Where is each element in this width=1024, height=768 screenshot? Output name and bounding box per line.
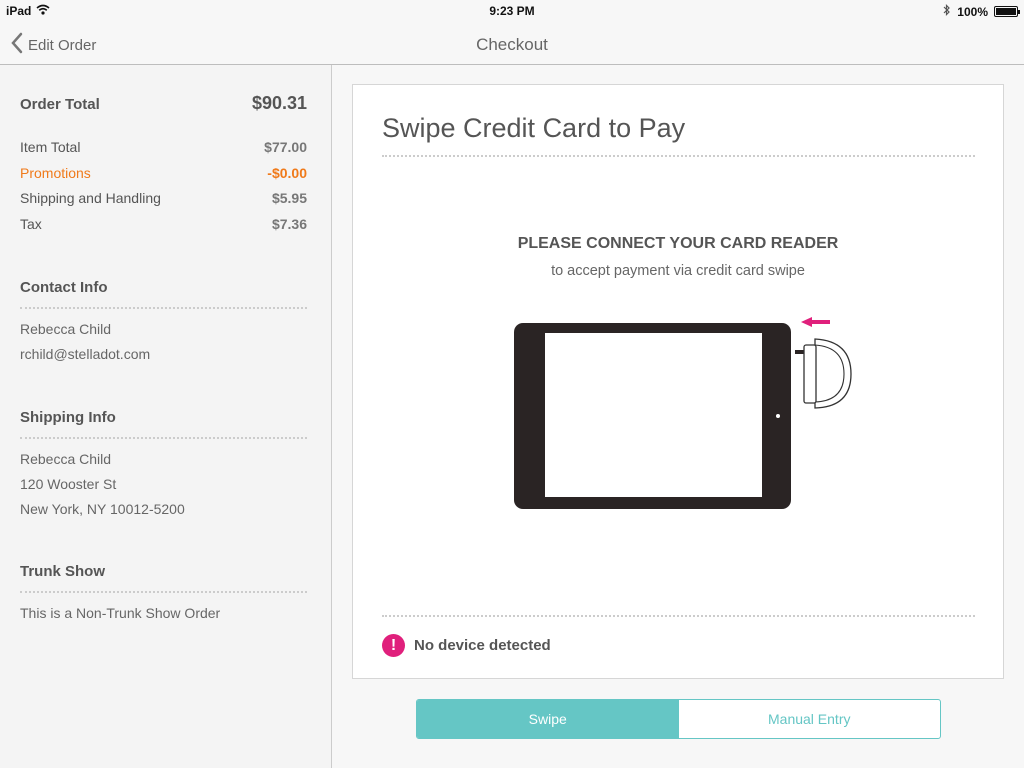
order-line-items: Item Total $77.00 Promotions -$0.00 Ship…: [20, 139, 307, 241]
contact-info-section: Contact Info Rebecca Child rchild@stella…: [20, 279, 307, 371]
line-item-value: -$0.00: [267, 164, 307, 181]
order-summary-sidebar: Order Total $90.31 Item Total $77.00 Pro…: [0, 65, 332, 768]
line-item-value: $5.95: [271, 190, 307, 206]
device-status-text: No device detected: [414, 637, 551, 654]
contact-email: rchild@stelladot.com: [20, 346, 151, 362]
line-item-label: Promotions: [20, 164, 91, 181]
contact-name: Rebecca Child: [20, 321, 112, 337]
section-title: Contact Info: [20, 279, 307, 309]
connect-reader-subtitle: to accept payment via credit card swipe: [551, 263, 805, 279]
bluetooth-icon: [943, 4, 951, 19]
card-reader-illustration: [513, 317, 853, 522]
alert-icon: !: [382, 634, 405, 657]
arrow-left-icon: [801, 317, 830, 327]
payment-card: Swipe Credit Card to Pay PLEASE CONNECT …: [352, 84, 1004, 679]
shipping-name: Rebecca Child: [20, 451, 112, 467]
line-item-shipping: Shipping and Handling $5.95: [20, 190, 307, 216]
section-title: Trunk Show: [20, 563, 307, 593]
shipping-info-section: Shipping Info Rebecca Child 120 Wooster …: [20, 409, 307, 526]
battery-icon: [994, 6, 1020, 17]
line-item-value: $7.36: [271, 215, 307, 232]
card-reader-icon: [795, 338, 852, 409]
line-item-label: Item Total: [20, 139, 81, 155]
swipe-tab[interactable]: Swipe: [417, 700, 679, 738]
section-lines: Rebecca Child 120 Wooster St New York, N…: [20, 439, 307, 526]
line-item-label: Shipping and Handling: [20, 190, 161, 206]
trunk-show-note: This is a Non-Trunk Show Order: [20, 605, 221, 621]
connect-reader-title: PLEASE CONNECT YOUR CARD READER: [517, 235, 839, 252]
device-status: ! No device detected: [382, 634, 551, 657]
line-item-total: Item Total $77.00: [20, 139, 307, 165]
line-item-tax: Tax $7.36: [20, 216, 307, 242]
order-total-row: Order Total $90.31: [20, 93, 307, 114]
line-item-value: $77.00: [264, 139, 307, 155]
divider: [382, 615, 975, 617]
divider: [382, 155, 975, 157]
manual-entry-tab[interactable]: Manual Entry: [679, 700, 941, 738]
card-title: Swipe Credit Card to Pay: [382, 113, 686, 143]
status-bar: iPad 9:23 PM 100%: [0, 0, 1024, 22]
line-item-label: Tax: [20, 215, 42, 232]
section-title: Shipping Info: [20, 409, 307, 439]
section-lines: Rebecca Child rchild@stelladot.com: [20, 309, 307, 371]
trunk-show-section: Trunk Show This is a Non-Trunk Show Orde…: [20, 563, 307, 630]
status-bar-right: 100%: [943, 4, 1020, 19]
shipping-street: 120 Wooster St: [20, 476, 117, 492]
line-item-promotions[interactable]: Promotions -$0.00: [20, 165, 307, 191]
status-time: 9:23 PM: [489, 4, 535, 18]
nav-bar: Edit Order Checkout: [0, 22, 1024, 65]
tablet-icon: [514, 323, 791, 509]
section-lines: This is a Non-Trunk Show Order: [20, 593, 307, 630]
battery-percent: 100%: [957, 4, 988, 19]
battery-fill: [996, 8, 1016, 15]
shipping-city: New York, NY 10012-5200: [20, 501, 185, 517]
order-total-value: $90.31: [251, 93, 307, 113]
page-title: Checkout: [476, 35, 548, 54]
payment-method-segmented-control: Swipe Manual Entry: [416, 699, 941, 739]
order-total-label: Order Total: [20, 96, 100, 113]
